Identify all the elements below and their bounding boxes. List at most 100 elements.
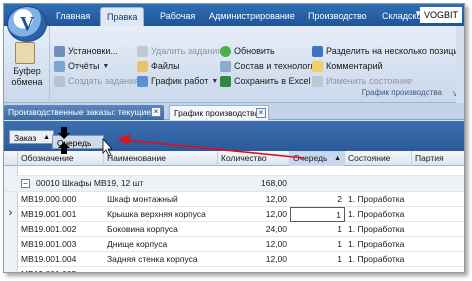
cell-queue[interactable] (290, 267, 345, 272)
create-tasks-button[interactable]: Создать задания (54, 74, 139, 89)
split-positions-button[interactable]: Разделить на несколько позиций (312, 44, 464, 59)
cell-queue[interactable]: 2 (290, 192, 345, 207)
settings-label: Установки... (68, 46, 118, 56)
doc-tab-schedule-label: График производства (174, 108, 260, 118)
filter-row[interactable] (4, 166, 464, 176)
tab-administration[interactable]: Администрирование (203, 7, 301, 26)
column-header-batch[interactable]: Партия (412, 151, 464, 166)
group-chip-queue[interactable]: Очередь (52, 135, 104, 149)
cell-name[interactable] (104, 267, 218, 272)
cell-quantity[interactable]: 12,00 (218, 252, 290, 267)
cell-code[interactable]: МВ19.001.001 (18, 207, 104, 222)
table-row[interactable]: МВ19.000.000 Шкаф монтажный 12,00 2 1. Прора… (4, 192, 464, 207)
cell-state[interactable]: 1. Проработка (345, 252, 412, 267)
cell-name[interactable]: Днище корпуса (104, 237, 218, 252)
table-row[interactable]: МВ19.001.005 (4, 267, 464, 272)
document-tab-bar: Производственные заказы: текущие × Графи… (4, 103, 464, 120)
settings-button[interactable]: Установки... (54, 44, 118, 59)
doc-tab-orders[interactable]: Производственные заказы: текущие × (4, 105, 164, 120)
ribbon-scroll-strip[interactable] (456, 26, 464, 103)
cell-name[interactable]: Шкаф монтажный (104, 192, 218, 207)
cell-queue[interactable]: 1 (290, 237, 345, 252)
cell-code[interactable]: МВ19.000.000 (18, 192, 104, 207)
row-indicator[interactable] (4, 252, 18, 267)
work-schedule-button[interactable]: График работ ▼ (137, 74, 218, 89)
group-row-total: 168,00 (261, 178, 287, 188)
tab-work[interactable]: Рабочая (154, 7, 201, 26)
close-icon[interactable]: × (256, 108, 266, 118)
app-logo[interactable]: V (7, 6, 47, 42)
tab-home[interactable]: Главная (50, 7, 96, 26)
cell-queue[interactable]: 1 (290, 252, 345, 267)
cell-state[interactable] (345, 267, 412, 272)
comment-icon (312, 61, 323, 72)
cell-state[interactable]: 1. Проработка (345, 237, 412, 252)
column-header-code[interactable]: Обозначение (18, 151, 104, 166)
column-header-queue-label: Очередь (293, 153, 328, 163)
group-row-label: 00010 Шкафы МВ19, 12 шт (36, 178, 144, 188)
cell-quantity[interactable]: 12,00 (218, 237, 290, 252)
column-header-queue[interactable]: Очередь ▲ (290, 151, 345, 166)
composition-label: Состав и технология (234, 61, 321, 71)
row-indicator[interactable] (4, 237, 18, 252)
settings-icon (54, 46, 65, 57)
row-indicator[interactable]: › (4, 207, 18, 222)
table-row[interactable]: › МВ19.001.001 Крышка верхняя корпуса 12,00… (4, 207, 464, 222)
refresh-button[interactable]: Обновить (220, 44, 275, 59)
ribbon: Буфер обмена Установки... Отчёты ▼ Созда… (4, 26, 464, 103)
sort-asc-icon: ▲ (334, 155, 341, 162)
delete-tasks-button[interactable]: Удалить задания (137, 44, 222, 59)
files-button[interactable]: Файлы (137, 59, 180, 74)
change-state-button[interactable]: Изменить состояние (312, 74, 412, 89)
clipboard-icon[interactable] (15, 42, 35, 64)
excel-icon (220, 76, 231, 87)
save-excel-button[interactable]: Сохранить в Excel ▼ (220, 74, 320, 89)
cell-quantity[interactable]: 12,00 (218, 207, 290, 222)
cell-code[interactable]: МВ19.001.004 (18, 252, 104, 267)
cell-code[interactable]: МВ19.001.005 (18, 267, 104, 272)
table-row[interactable]: МВ19.001.003 Днище корпуса 12,00 1 1. Прораб… (4, 237, 464, 252)
split-positions-label: Разделить на несколько позиций (326, 46, 464, 56)
cell-name[interactable]: Крышка верхняя корпуса (104, 207, 218, 222)
composition-button[interactable]: Состав и технология (220, 59, 321, 74)
close-icon[interactable]: × (151, 107, 161, 117)
work-schedule-label: График работ (151, 76, 209, 86)
cell-queue[interactable]: 1 (290, 222, 345, 237)
cell-name[interactable]: Задняя стенка корпуса (104, 252, 218, 267)
column-header-state[interactable]: Состояние (345, 151, 412, 166)
tab-edit[interactable]: Правка (100, 7, 145, 26)
tab-production[interactable]: Производство (302, 7, 373, 26)
doc-tab-schedule[interactable]: График производства × (169, 105, 269, 120)
group-chip-order-label: Заказ (14, 133, 37, 143)
cell-quantity[interactable]: 12,00 (218, 192, 290, 207)
grid-header: Обозначение Наименование Количество Очер… (4, 151, 464, 166)
save-excel-label: Сохранить в Excel (234, 76, 311, 86)
group-chip-order[interactable]: Заказ ▲ (9, 130, 54, 144)
collapse-icon[interactable]: − (21, 179, 30, 188)
table-row[interactable]: МВ19.001.004 Задняя стенка корпуса 12,00 1 1… (4, 252, 464, 267)
row-indicator-header (4, 151, 18, 166)
cell-state[interactable]: 1. Проработка (345, 192, 412, 207)
clipboard-label[interactable]: Буфер обмена (8, 66, 46, 88)
row-indicator[interactable] (4, 267, 18, 272)
cell-queue[interactable]: 1 (290, 207, 345, 222)
reports-button[interactable]: Отчёты ▼ (54, 59, 109, 74)
column-header-quantity[interactable]: Количество (218, 151, 290, 166)
row-indicator[interactable] (4, 192, 18, 207)
cell-quantity[interactable] (218, 267, 290, 272)
cell-quantity[interactable]: 24,00 (218, 222, 290, 237)
create-tasks-label: Создать задания (68, 76, 139, 86)
refresh-label: Обновить (234, 46, 275, 56)
column-header-name[interactable]: Наименование (104, 151, 218, 166)
reports-label: Отчёты (68, 61, 100, 71)
cell-state[interactable]: 1. Проработка (345, 207, 412, 222)
table-row[interactable]: МВ19.001.002 Боковина корпуса 24,00 1 1. Про… (4, 222, 464, 237)
cell-name[interactable]: Боковина корпуса (104, 222, 218, 237)
cell-code[interactable]: МВ19.001.002 (18, 222, 104, 237)
comment-button[interactable]: Комментарий (312, 59, 383, 74)
app-window: Главная Правка Рабочая Администрирование… (3, 3, 465, 273)
cell-code[interactable]: МВ19.001.003 (18, 237, 104, 252)
group-row[interactable]: − 00010 Шкафы МВ19, 12 шт 168,00 (4, 176, 464, 192)
row-indicator[interactable] (4, 222, 18, 237)
cell-state[interactable]: 1. Проработка (345, 222, 412, 237)
